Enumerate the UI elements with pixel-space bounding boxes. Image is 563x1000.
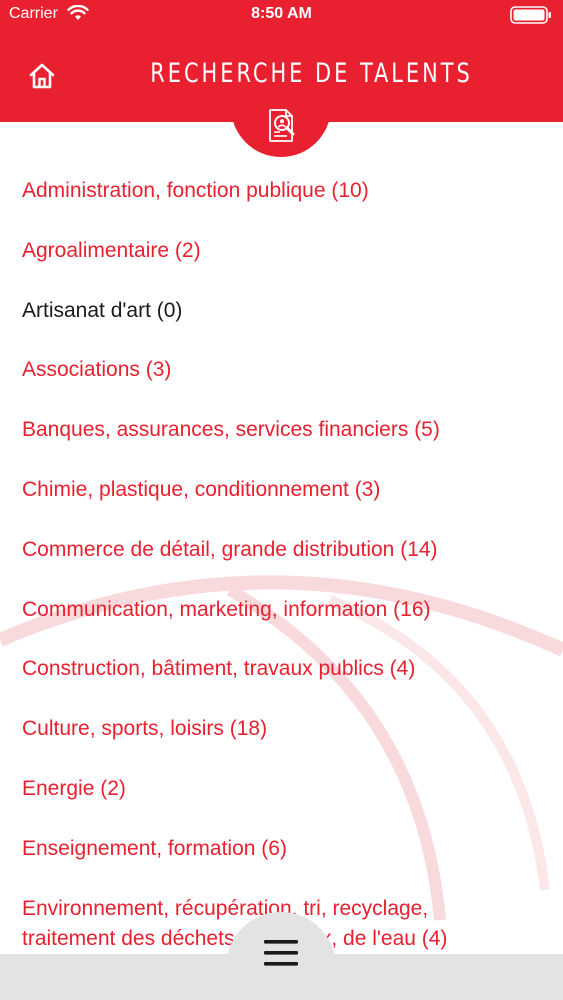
category-list: Administration, fonction publique (10) A… xyxy=(22,176,553,954)
category-item-construction[interactable]: Construction, bâtiment, travaux publics … xyxy=(22,654,553,714)
category-item-enseignement[interactable]: Enseignement, formation (6) xyxy=(22,834,553,894)
category-item-commerce[interactable]: Commerce de détail, grande distribution … xyxy=(22,535,553,595)
talent-search-icon xyxy=(269,109,295,142)
category-item-culture[interactable]: Culture, sports, loisirs (18) xyxy=(22,714,553,774)
category-item-chimie[interactable]: Chimie, plastique, conditionnement (3) xyxy=(22,475,553,535)
category-item-agroalimentaire[interactable]: Agroalimentaire (2) xyxy=(22,236,553,296)
status-bar: Carrier 8:50 AM xyxy=(0,0,563,30)
status-time: 8:50 AM xyxy=(251,5,312,22)
category-item-administration[interactable]: Administration, fonction publique (10) xyxy=(22,176,553,236)
category-item-energie[interactable]: Energie (2) xyxy=(22,774,553,834)
header-badge xyxy=(231,85,331,157)
category-item-associations[interactable]: Associations (3) xyxy=(22,355,553,415)
category-item-banques[interactable]: Banques, assurances, services financiers… xyxy=(22,415,553,475)
category-item-artisanat: Artisanat d'art (0) xyxy=(22,298,183,322)
category-item-communication[interactable]: Communication, marketing, information (1… xyxy=(22,595,553,655)
home-icon xyxy=(29,63,55,89)
battery-icon xyxy=(510,6,551,24)
home-button[interactable] xyxy=(24,58,60,94)
hamburger-menu-icon xyxy=(264,940,298,966)
